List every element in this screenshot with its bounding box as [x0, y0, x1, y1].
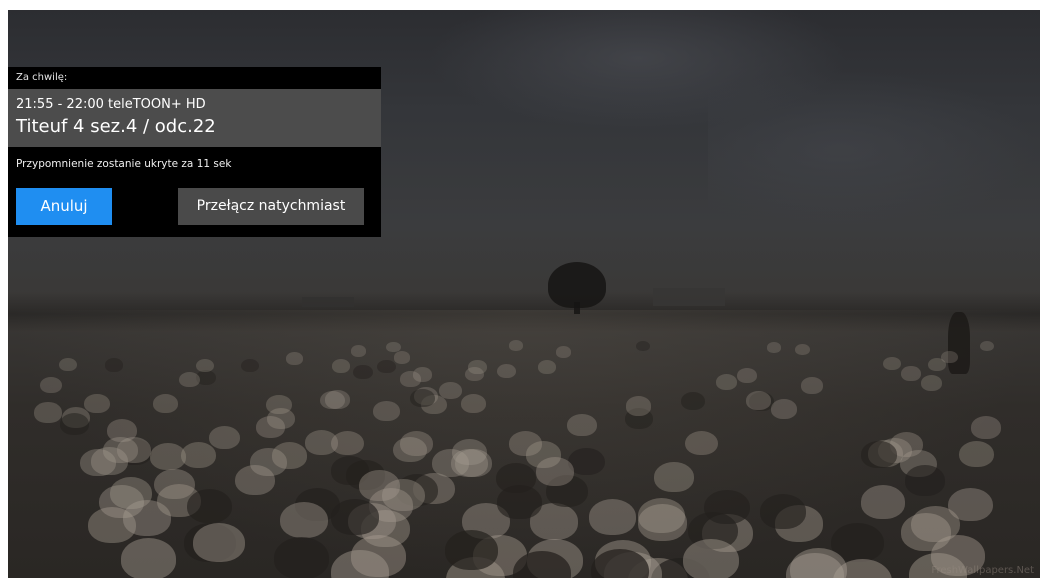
sheep-shape — [104, 358, 123, 372]
sheep-shape — [208, 425, 241, 450]
sheep-shape — [87, 506, 137, 544]
sheep-shape — [59, 412, 89, 435]
sheep-shape — [399, 431, 433, 456]
sheep-shape — [860, 485, 905, 519]
sheep-shape — [625, 396, 652, 416]
sheep-shape — [454, 449, 492, 477]
sheep-shape — [980, 340, 995, 352]
sheep-shape — [795, 343, 811, 355]
sheep-shape — [351, 345, 367, 357]
sheep-shape — [84, 393, 110, 413]
sheep-shape — [901, 366, 921, 382]
program-time-channel: 21:55 - 22:00 teleTOON+ HD — [16, 97, 206, 112]
sheep-shape — [497, 485, 542, 519]
sheep-shape — [882, 357, 901, 371]
sheep-shape — [737, 367, 758, 383]
sheep-shape — [766, 341, 782, 353]
sheep-shape — [332, 359, 351, 373]
sheep-shape — [537, 359, 556, 374]
reminder-program-info: 21:55 - 22:00 teleTOON+ HD Titeuf 4 sez.… — [8, 89, 381, 147]
sheep-shape — [193, 522, 246, 562]
sheep-shape — [567, 413, 597, 436]
watermark: FreshWallpapers.Net — [931, 565, 1034, 576]
sheep-shape — [439, 381, 462, 399]
sheep-shape — [508, 340, 523, 351]
sheep-shape — [103, 436, 138, 463]
reminder-header: Za chwilę: — [8, 67, 381, 89]
sheep-shape — [280, 502, 328, 539]
sheep-shape — [654, 462, 694, 492]
sheep-shape — [178, 371, 200, 388]
sheep-shape — [760, 494, 807, 529]
sheep-shape — [947, 487, 993, 522]
background-cloud — [708, 70, 1038, 230]
sheep-shape — [394, 351, 411, 364]
sheep-shape — [928, 357, 947, 371]
sheep-shape — [920, 375, 943, 392]
sheep-shape — [353, 364, 373, 380]
background-building — [653, 288, 725, 306]
background-tree-trunk — [574, 302, 580, 314]
sheep-shape — [373, 400, 400, 421]
sheep-shape — [377, 359, 396, 374]
sheep-shape — [34, 402, 62, 423]
sheep-shape — [241, 358, 260, 373]
sheep-shape — [770, 399, 798, 420]
sheep-shape — [59, 357, 78, 372]
program-title: Titeuf 4 sez.4 / odc.22 — [16, 116, 216, 137]
sheep-shape — [331, 499, 379, 535]
sheep-shape — [351, 535, 407, 577]
sheep-shape — [685, 430, 719, 456]
sheep-shape — [526, 441, 562, 468]
sheep-shape — [195, 358, 214, 373]
sheep-shape — [234, 465, 275, 496]
sheep-shape — [497, 363, 517, 379]
reminder-countdown: Przypomnienie zostanie ukryte za 11 sek — [16, 158, 232, 170]
sheep-shape — [358, 469, 400, 501]
sheep-shape — [331, 430, 365, 456]
background-building — [302, 297, 354, 307]
sheep-shape — [400, 371, 421, 387]
sheep-shape — [152, 393, 178, 413]
sheep-shape — [638, 497, 686, 533]
sheep-shape — [154, 468, 196, 500]
sheep-shape — [468, 360, 487, 374]
sheep-shape — [120, 538, 177, 578]
sheep-shape — [266, 394, 292, 414]
sheep-shape — [589, 499, 637, 535]
sheep-shape — [187, 488, 233, 523]
sheep-shape — [861, 441, 897, 468]
sheep-shape — [904, 465, 946, 496]
cancel-button[interactable]: Anuluj — [16, 188, 112, 225]
background-flock — [8, 330, 1040, 578]
sheep-shape — [444, 530, 499, 571]
sheep-shape — [716, 373, 738, 390]
sheep-shape — [460, 393, 487, 413]
sheep-shape — [40, 376, 62, 394]
switch-now-button[interactable]: Przełącz natychmiast — [178, 188, 364, 225]
sheep-shape — [745, 391, 771, 410]
sheep-shape — [286, 352, 303, 365]
sheep-shape — [958, 440, 994, 468]
sheep-shape — [180, 441, 216, 469]
sheep-shape — [325, 390, 350, 409]
sheep-shape — [971, 416, 1002, 439]
sheep-shape — [410, 389, 435, 408]
sheep-shape — [274, 537, 330, 578]
reminder-header-label: Za chwilę: — [16, 72, 68, 83]
sheep-shape — [680, 391, 706, 411]
sheep-shape — [271, 442, 307, 469]
reminder-panel: Za chwilę: 21:55 - 22:00 teleTOON+ HD Ti… — [8, 67, 381, 237]
sheep-shape — [635, 340, 650, 352]
sheep-shape — [801, 377, 824, 394]
sheep-shape — [683, 539, 740, 578]
sheep-shape — [555, 346, 572, 358]
